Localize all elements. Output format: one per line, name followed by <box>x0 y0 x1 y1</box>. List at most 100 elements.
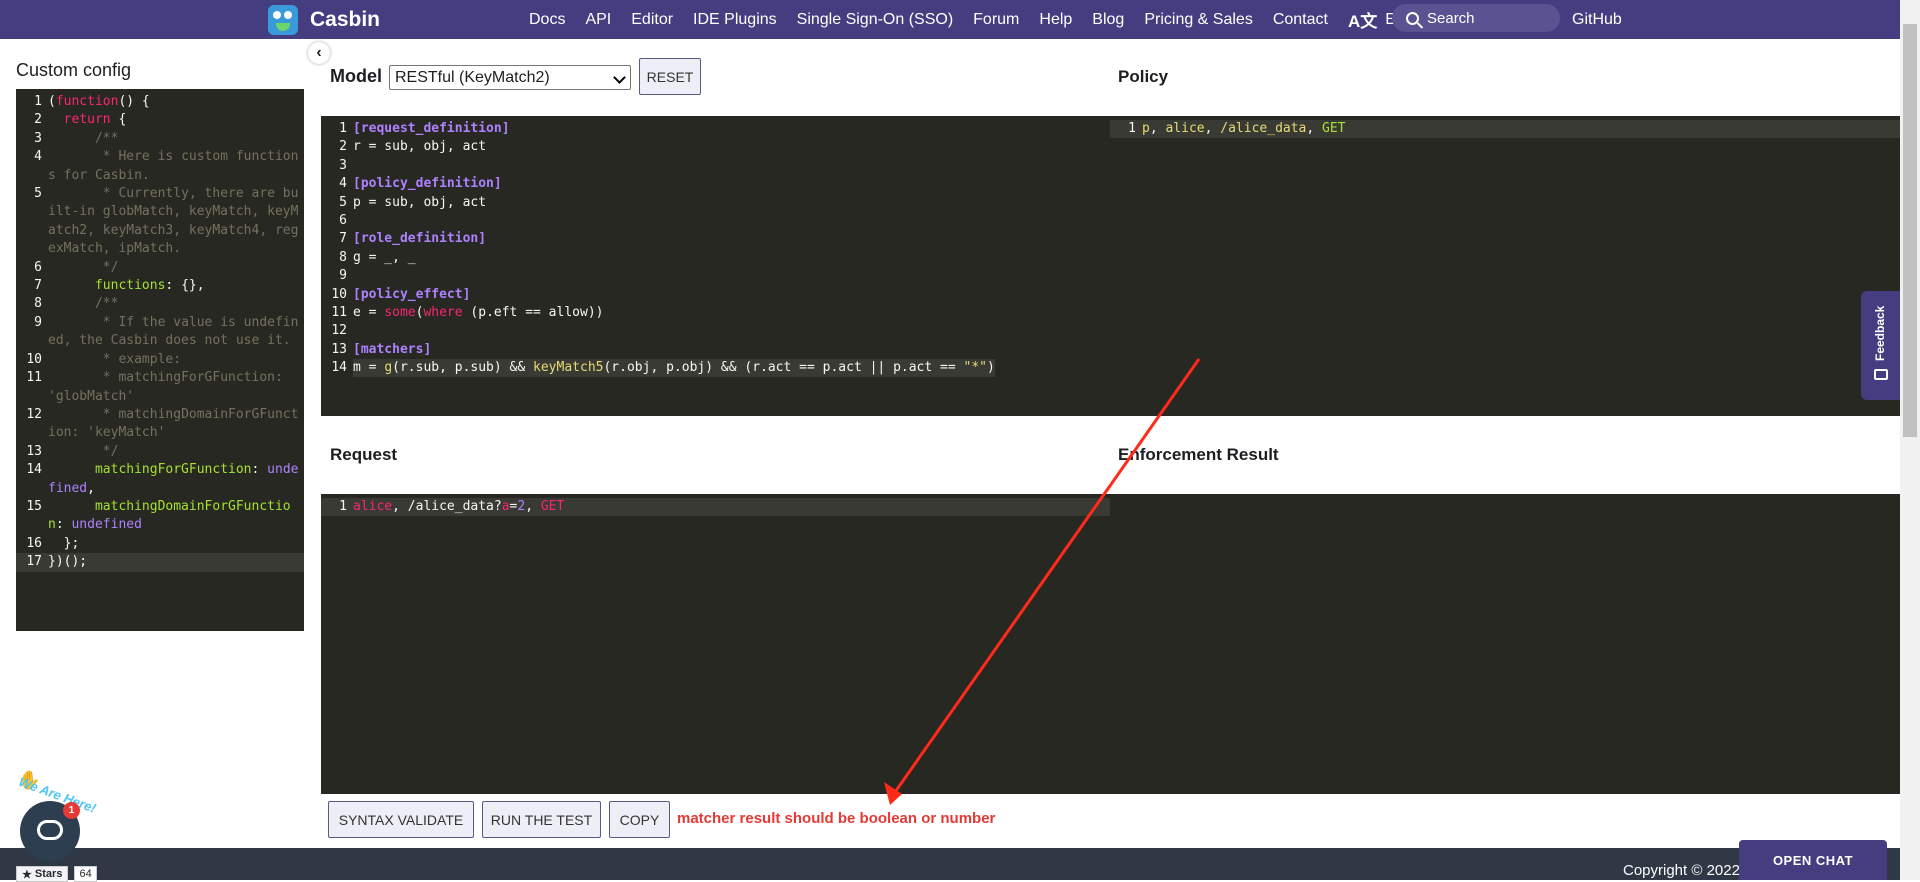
nav-link-editor[interactable]: Editor <box>631 11 673 29</box>
config-line-text: return { <box>63 112 127 128</box>
custom-config-title: Custom config <box>16 60 132 80</box>
model-line-number: 6 <box>339 212 347 228</box>
brand-link[interactable]: Casbin <box>268 0 380 39</box>
reset-button[interactable]: RESET <box>639 58 701 95</box>
config-line-text: (function() { <box>48 94 150 109</box>
nav-link-sso[interactable]: Single Sign-On (SSO) <box>797 11 954 29</box>
model-line-text: [policy_effect] <box>353 286 471 302</box>
search-button[interactable]: Search <box>1392 4 1560 32</box>
config-line-number: 15 <box>26 498 42 514</box>
brand-name: Casbin <box>310 7 381 31</box>
config-line: 13 */ <box>16 443 304 461</box>
config-line: 12 * matchingDomainForGFunction: 'keyMat… <box>16 406 304 443</box>
nav-links: Docs API Editor IDE Plugins Single Sign-… <box>529 0 1458 39</box>
model-line-number: 9 <box>339 268 347 284</box>
model-editor[interactable]: 1 [request_definition] 2 r = sub, obj, act 3… <box>321 116 1110 416</box>
message-icon <box>1874 369 1888 380</box>
model-line-number: 3 <box>339 157 347 173</box>
open-chat-button[interactable]: OPEN CHAT <box>1739 840 1887 880</box>
model-line: 8 g = _, _ <box>321 249 1110 267</box>
model-label: Model <box>330 66 382 86</box>
enforcement-result-label: Enforcement Result <box>1118 445 1279 464</box>
config-line-text: * If the value is undefined, the Casbin … <box>48 314 299 349</box>
model-line-number: 10 <box>331 286 347 302</box>
casbin-logo-icon <box>268 4 298 35</box>
translate-icon: A文 <box>1347 12 1378 31</box>
model-line-number: 13 <box>331 341 347 357</box>
config-line-number: 2 <box>34 112 42 128</box>
model-line-text: [request_definition] <box>353 121 510 136</box>
run-the-test-button[interactable]: RUN THE TEST <box>482 801 601 838</box>
model-line: 3 <box>321 157 1110 175</box>
config-line-number: 16 <box>26 535 42 551</box>
config-line-number: 7 <box>34 278 42 294</box>
config-line-number: 1 <box>34 94 42 109</box>
config-line-text: * example: <box>48 351 182 367</box>
chevron-left-icon: ‹ <box>316 44 322 61</box>
scrollbar-thumb[interactable] <box>1903 24 1917 437</box>
search-placeholder: Search <box>1427 9 1475 27</box>
request-line: 1 alice, /alice_data?a=2, GET <box>321 498 1110 517</box>
config-line: 14 matchingForGFunction: undefined, <box>16 461 304 498</box>
policy-label: Policy <box>1118 67 1169 86</box>
config-line: 7 functions: {}, <box>16 277 304 295</box>
custom-config-editor[interactable]: 1 (function() {2 return {3 /** 4 * Here is… <box>16 89 304 631</box>
config-line: 11 * matchingForGFunction: 'globMatch' <box>16 369 304 406</box>
config-line-text: matchingForGFunction: undefined, <box>48 462 299 496</box>
config-line-text: * Currently, there are built-in globMatc… <box>48 186 299 257</box>
request-line-number: 1 <box>339 499 347 514</box>
config-line-text: })(); <box>48 554 88 570</box>
nav-link-contact[interactable]: Contact <box>1273 11 1328 29</box>
nav-link-forum[interactable]: Forum <box>973 11 1019 29</box>
request-line-text: alice, /alice_data?a=2, GET <box>353 499 565 514</box>
model-line: 11 e = some(where (p.eft == allow)) <box>321 304 1110 322</box>
config-line-text: /** <box>94 130 119 146</box>
request-label: Request <box>330 445 398 464</box>
model-line: 14 m = g(r.sub, p.sub) && keyMatch5(r.obj… <box>321 359 1110 378</box>
model-select-value: RESTful (KeyMatch2) <box>395 68 550 86</box>
nav-link-pricing[interactable]: Pricing & Sales <box>1144 11 1253 29</box>
model-line: 7 [role_definition] <box>321 230 1110 248</box>
page-scrollbar[interactable] <box>1900 0 1920 880</box>
config-line-number: 6 <box>34 259 42 275</box>
nav-link-help[interactable]: Help <box>1039 11 1072 29</box>
config-line-number: 10 <box>26 351 42 367</box>
model-line-number: 4 <box>339 176 347 192</box>
config-line: 10 * example: <box>16 351 304 369</box>
config-line: 9 * If the value is undefined, the Casbi… <box>16 314 304 351</box>
config-line-text: * matchingDomainForGFunction: 'keyMatch' <box>48 406 299 441</box>
model-select[interactable]: RESTful (KeyMatch2) <box>389 65 631 90</box>
syntax-validate-button[interactable]: SYNTAX VALIDATE <box>328 801 474 838</box>
model-line-text: p = sub, obj, act <box>353 194 487 210</box>
nav-link-blog[interactable]: Blog <box>1092 11 1124 29</box>
policy-editor[interactable]: 1 p, alice, /alice_data, GET <box>1110 116 1900 416</box>
search-icon <box>1406 11 1419 25</box>
collapse-sidebar-button[interactable]: ‹ <box>308 42 330 64</box>
nav-link-docs[interactable]: Docs <box>529 11 565 29</box>
config-line-text: functions: {}, <box>94 278 205 294</box>
config-line-number: 12 <box>26 406 42 422</box>
copy-button[interactable]: COPY <box>609 801 670 838</box>
footer <box>0 848 1900 880</box>
config-line-number: 4 <box>34 149 42 165</box>
config-line: 3 /** <box>16 130 304 148</box>
model-line-text: [policy_definition] <box>353 176 502 192</box>
chevron-down-icon <box>613 71 626 84</box>
config-line-number: 14 <box>26 462 42 478</box>
policy-line: 1 p, alice, /alice_data, GET <box>1110 120 1900 139</box>
config-line: 17})(); <box>16 553 304 572</box>
enforcement-result-panel <box>1110 494 1900 794</box>
nav-link-ide-plugins[interactable]: IDE Plugins <box>693 11 777 29</box>
nav-link-github[interactable]: GitHub <box>1572 0 1622 39</box>
model-line-number: 8 <box>339 249 347 265</box>
nav-link-api[interactable]: API <box>585 11 611 29</box>
config-line-text: * matchingForGFunction: 'globMatch' <box>48 370 291 404</box>
model-line: 1 [request_definition] <box>321 120 1110 138</box>
request-editor[interactable]: 1 alice, /alice_data?a=2, GET <box>321 494 1110 794</box>
model-line: 10 [policy_effect] <box>321 286 1110 304</box>
config-line-text: matchingDomainForGFunction: undefined <box>48 498 291 533</box>
model-line-number: 5 <box>339 194 347 210</box>
config-line-number: 13 <box>26 443 42 459</box>
feedback-tab[interactable]: Feedback <box>1861 291 1900 400</box>
model-line: 5 p = sub, obj, act <box>321 194 1110 212</box>
